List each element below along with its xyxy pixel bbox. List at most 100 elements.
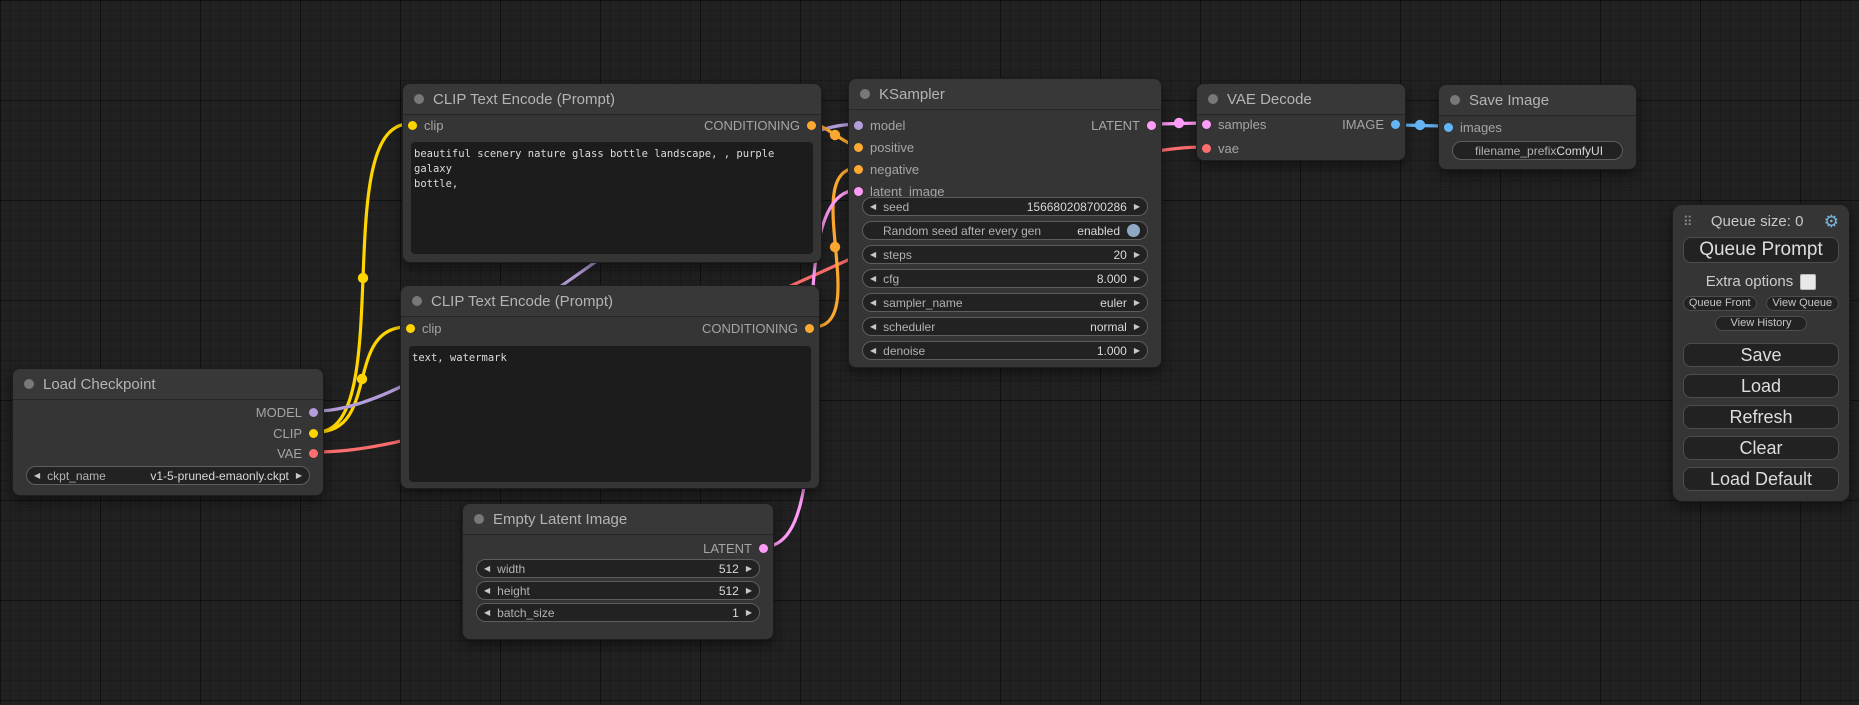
node-graph-canvas[interactable]: Load CheckpointMODELCLIPVAE◀ckpt_namev1-…	[0, 0, 1859, 705]
node-title-bar[interactable]: VAE Decode	[1197, 84, 1405, 115]
node-ksampler[interactable]: KSamplermodelLATENTpositivenegativelaten…	[848, 78, 1162, 368]
input-dot-clip[interactable]	[408, 121, 417, 130]
widget-scheduler[interactable]: ◀schedulernormal▶	[862, 317, 1148, 336]
refresh-button[interactable]: Refresh	[1683, 405, 1839, 429]
queue-prompt-button[interactable]: Queue Prompt	[1683, 237, 1839, 263]
view-queue-button[interactable]: View Queue	[1766, 296, 1840, 311]
decrement-arrow-icon[interactable]: ◀	[870, 250, 876, 259]
link-midpoint-dot	[830, 130, 840, 140]
widget-cfg[interactable]: ◀cfg8.000▶	[862, 269, 1148, 288]
slot-label: CONDITIONING	[702, 321, 798, 336]
increment-arrow-icon[interactable]: ▶	[1134, 298, 1140, 307]
view-history-button[interactable]: View History	[1715, 316, 1807, 331]
decrement-arrow-icon[interactable]: ◀	[484, 586, 490, 595]
widget-denoise[interactable]: ◀denoise1.000▶	[862, 341, 1148, 360]
slot-input-vae: vae	[1202, 141, 1239, 156]
widget-sampler_name[interactable]: ◀sampler_nameeuler▶	[862, 293, 1148, 312]
input-dot-clip[interactable]	[406, 324, 415, 333]
node-title-bar[interactable]: Empty Latent Image	[463, 504, 773, 535]
output-dot-IMAGE[interactable]	[1391, 120, 1400, 129]
prompt-textarea[interactable]: text, watermark	[409, 346, 811, 482]
save-button[interactable]: Save	[1683, 343, 1839, 367]
decrement-arrow-icon[interactable]: ◀	[484, 608, 490, 617]
slot-row: clipCONDITIONING	[401, 318, 819, 338]
node-title-bar[interactable]: Save Image	[1439, 85, 1636, 116]
increment-arrow-icon[interactable]: ▶	[746, 586, 752, 595]
slot-label: MODEL	[256, 405, 302, 420]
settings-gear-icon[interactable]: ⚙	[1824, 213, 1839, 230]
link-midpoint-dot	[358, 273, 368, 283]
input-dot-model[interactable]	[854, 121, 863, 130]
input-dot-negative[interactable]	[854, 165, 863, 174]
load-button[interactable]: Load	[1683, 374, 1839, 398]
widget-Random seed after every gen[interactable]: Random seed after every genenabled	[862, 221, 1148, 240]
input-dot-vae[interactable]	[1202, 144, 1211, 153]
output-dot-MODEL[interactable]	[309, 408, 318, 417]
extra-options-label: Extra options	[1706, 273, 1794, 290]
increment-arrow-icon[interactable]: ▶	[746, 608, 752, 617]
widget-label: sampler_name	[883, 296, 962, 310]
prompt-textarea[interactable]: beautiful scenery nature glass bottle la…	[411, 142, 813, 254]
output-dot-LATENT[interactable]	[759, 544, 768, 553]
increment-arrow-icon[interactable]: ▶	[296, 471, 302, 480]
decrement-arrow-icon[interactable]: ◀	[870, 322, 876, 331]
widget-value: 156680208700286	[1027, 200, 1127, 214]
decrement-arrow-icon[interactable]: ◀	[870, 346, 876, 355]
increment-arrow-icon[interactable]: ▶	[1134, 346, 1140, 355]
decrement-arrow-icon[interactable]: ◀	[870, 298, 876, 307]
input-dot-positive[interactable]	[854, 143, 863, 152]
node-clip-text-encode-negative[interactable]: CLIP Text Encode (Prompt)clipCONDITIONIN…	[400, 285, 820, 489]
widget-label: ckpt_name	[47, 469, 106, 483]
slot-row: positive	[849, 137, 1161, 157]
node-status-dot	[412, 296, 422, 306]
node-vae-decode[interactable]: VAE DecodesamplesIMAGEvae	[1196, 83, 1406, 161]
decrement-arrow-icon[interactable]: ◀	[870, 274, 876, 283]
queue-front-button[interactable]: Queue Front	[1683, 296, 1757, 311]
widget-height[interactable]: ◀height512▶	[476, 581, 760, 600]
widget-seed[interactable]: ◀seed156680208700286▶	[862, 197, 1148, 216]
extra-options-checkbox[interactable]	[1800, 274, 1816, 290]
load-default-button[interactable]: Load Default	[1683, 467, 1839, 491]
node-load-checkpoint[interactable]: Load CheckpointMODELCLIPVAE◀ckpt_namev1-…	[12, 368, 324, 496]
widget-steps[interactable]: ◀steps20▶	[862, 245, 1148, 264]
node-clip-text-encode-positive[interactable]: CLIP Text Encode (Prompt)clipCONDITIONIN…	[402, 83, 822, 263]
node-title-bar[interactable]: KSampler	[849, 79, 1161, 110]
node-save-image[interactable]: Save Imageimagesfilename_prefixComfyUI	[1438, 84, 1637, 170]
node-empty-latent-image[interactable]: Empty Latent ImageLATENT◀width512▶◀heigh…	[462, 503, 774, 640]
node-title-bar[interactable]: CLIP Text Encode (Prompt)	[401, 286, 819, 317]
slot-label: vae	[1218, 141, 1239, 156]
output-dot-LATENT[interactable]	[1147, 121, 1156, 130]
drag-handle-icon[interactable]: ⠿	[1683, 214, 1691, 230]
decrement-arrow-icon[interactable]: ◀	[870, 202, 876, 211]
slot-row: negative	[849, 159, 1161, 179]
node-title-bar[interactable]: CLIP Text Encode (Prompt)	[403, 84, 821, 115]
widget-ckpt_name[interactable]: ◀ckpt_namev1-5-pruned-emaonly.ckpt▶	[26, 466, 310, 485]
widget-batch_size[interactable]: ◀batch_size1▶	[476, 603, 760, 622]
increment-arrow-icon[interactable]: ▶	[1134, 202, 1140, 211]
slot-row: clipCONDITIONING	[403, 115, 821, 135]
slot-label: IMAGE	[1342, 117, 1384, 132]
increment-arrow-icon[interactable]: ▶	[1134, 250, 1140, 259]
node-title-bar[interactable]: Load Checkpoint	[13, 369, 323, 400]
clear-button[interactable]: Clear	[1683, 436, 1839, 460]
output-dot-CONDITIONING[interactable]	[805, 324, 814, 333]
input-dot-samples[interactable]	[1202, 120, 1211, 129]
input-dot-images[interactable]	[1444, 123, 1453, 132]
output-dot-VAE[interactable]	[309, 449, 318, 458]
toggle-indicator-icon[interactable]	[1127, 224, 1140, 237]
node-title-text: KSampler	[879, 86, 945, 103]
increment-arrow-icon[interactable]: ▶	[1134, 322, 1140, 331]
input-dot-latent_image[interactable]	[854, 187, 863, 196]
increment-arrow-icon[interactable]: ▶	[1134, 274, 1140, 283]
slot-output-CLIP: CLIP	[273, 426, 318, 441]
output-dot-CONDITIONING[interactable]	[807, 121, 816, 130]
decrement-arrow-icon[interactable]: ◀	[34, 471, 40, 480]
decrement-arrow-icon[interactable]: ◀	[484, 564, 490, 573]
widget-label: scheduler	[883, 320, 935, 334]
output-dot-CLIP[interactable]	[309, 429, 318, 438]
slot-label: model	[870, 118, 905, 133]
widget-width[interactable]: ◀width512▶	[476, 559, 760, 578]
widget-filename_prefix[interactable]: filename_prefixComfyUI	[1452, 141, 1623, 160]
slot-label: negative	[870, 162, 919, 177]
increment-arrow-icon[interactable]: ▶	[746, 564, 752, 573]
